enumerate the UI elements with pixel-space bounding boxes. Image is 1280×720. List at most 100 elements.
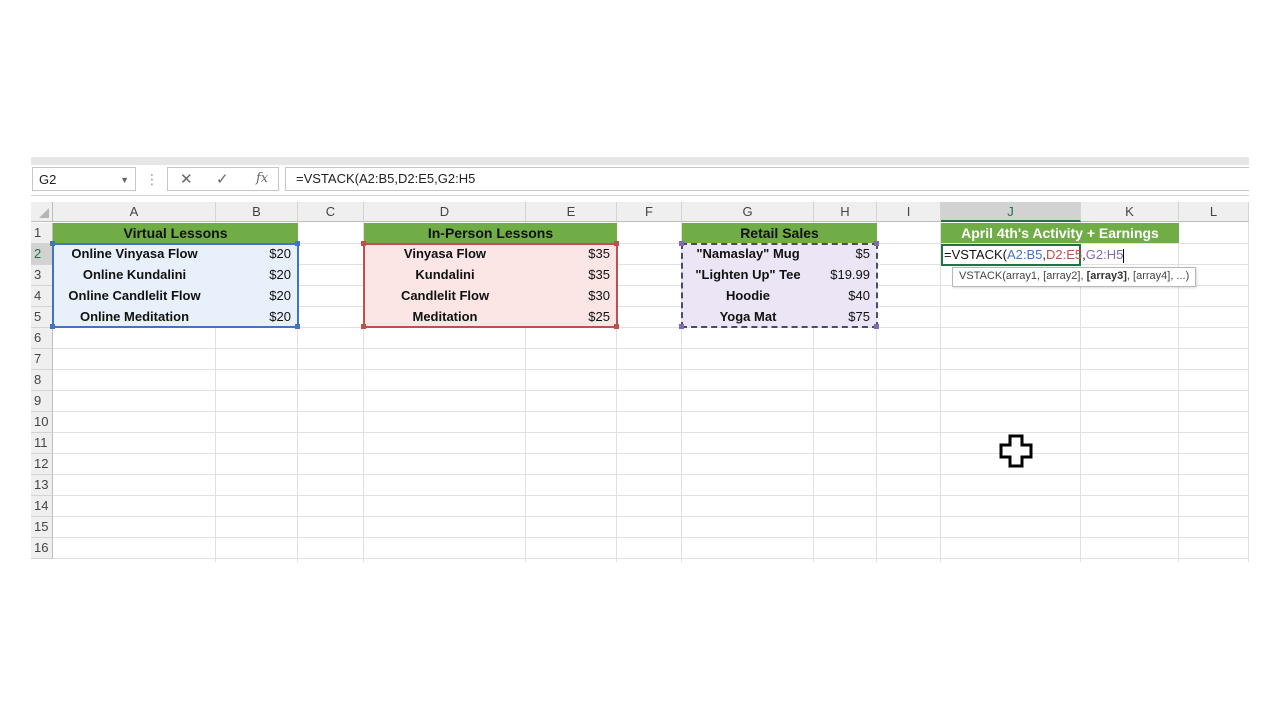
gridline-vertical bbox=[940, 222, 941, 562]
spreadsheet-window: G2 ▼ ⋮ ✕ ✓ fx =VSTACK(A2:B5,D2:E5,G2:H5 … bbox=[31, 157, 1249, 562]
virtual-item-name[interactable]: Online Kundalini bbox=[53, 265, 216, 285]
chevron-down-icon[interactable]: ▼ bbox=[120, 168, 129, 192]
column-header-h[interactable]: H bbox=[814, 202, 877, 222]
range-resize-handle[interactable] bbox=[614, 241, 619, 246]
row-header-15[interactable]: 15 bbox=[31, 517, 53, 538]
formula-ref-2: D2:E5 bbox=[1046, 247, 1083, 262]
range-resize-handle[interactable] bbox=[361, 324, 366, 329]
formula-ref-1: A2:B5 bbox=[1006, 247, 1043, 262]
virtual-item-name[interactable]: Online Meditation bbox=[53, 307, 216, 327]
column-header-l[interactable]: L bbox=[1179, 202, 1249, 222]
formula-buttons: ✕ ✓ fx bbox=[167, 167, 279, 191]
virtual-item-price[interactable]: $20 bbox=[216, 244, 298, 264]
gridline-horizontal bbox=[53, 369, 1249, 370]
retail-item-price[interactable]: $5 bbox=[814, 244, 877, 264]
inperson-item-price[interactable]: $35 bbox=[526, 265, 617, 285]
range-resize-handle[interactable] bbox=[874, 324, 879, 329]
column-header-f[interactable]: F bbox=[617, 202, 682, 222]
retail-item-name[interactable]: "Lighten Up" Tee bbox=[682, 265, 814, 285]
gridline-horizontal bbox=[53, 453, 1249, 454]
tooltip-current-arg: [array3] bbox=[1086, 270, 1127, 282]
column-header-c[interactable]: C bbox=[298, 202, 364, 222]
range-resize-handle[interactable] bbox=[50, 241, 55, 246]
column-header-d[interactable]: D bbox=[364, 202, 526, 222]
in-person-lessons-header[interactable]: In-Person Lessons bbox=[364, 223, 617, 243]
row-header-7[interactable]: 7 bbox=[31, 349, 53, 370]
virtual-item-name[interactable]: Online Vinyasa Flow bbox=[53, 244, 216, 264]
row-header-10[interactable]: 10 bbox=[31, 412, 53, 433]
cancel-icon[interactable]: ✕ bbox=[180, 170, 193, 188]
gridline-horizontal bbox=[53, 558, 1249, 559]
inperson-item-price[interactable]: $35 bbox=[526, 244, 617, 264]
insert-function-icon[interactable]: fx bbox=[256, 171, 268, 186]
row-header-14[interactable]: 14 bbox=[31, 496, 53, 517]
inperson-item-price[interactable]: $25 bbox=[526, 307, 617, 327]
retail-item-name[interactable]: "Namaslay" Mug bbox=[682, 244, 814, 264]
gridline-vertical bbox=[1248, 222, 1249, 562]
inperson-item-price[interactable]: $30 bbox=[526, 286, 617, 306]
row-header-3[interactable]: 3 bbox=[31, 265, 53, 286]
retail-item-name[interactable]: Hoodie bbox=[682, 286, 814, 306]
virtual-item-price[interactable]: $20 bbox=[216, 286, 298, 306]
row-header-13[interactable]: 13 bbox=[31, 475, 53, 496]
range-resize-handle[interactable] bbox=[874, 241, 879, 246]
name-box-value: G2 bbox=[39, 172, 57, 187]
retail-item-price[interactable]: $75 bbox=[814, 307, 877, 327]
row-header-6[interactable]: 6 bbox=[31, 328, 53, 349]
range-resize-handle[interactable] bbox=[295, 324, 300, 329]
virtual-item-name[interactable]: Online Candlelit Flow bbox=[53, 286, 216, 306]
gridline-horizontal bbox=[53, 516, 1249, 517]
range-resize-handle[interactable] bbox=[614, 324, 619, 329]
gridline-horizontal bbox=[53, 474, 1249, 475]
range-resize-handle[interactable] bbox=[679, 324, 684, 329]
gridline-horizontal bbox=[53, 390, 1249, 391]
name-box[interactable]: G2 ▼ bbox=[32, 167, 136, 191]
row-header-16[interactable]: 16 bbox=[31, 538, 53, 559]
row-header-11[interactable]: 11 bbox=[31, 433, 53, 454]
row-header-9[interactable]: 9 bbox=[31, 391, 53, 412]
retail-sales-header[interactable]: Retail Sales bbox=[682, 223, 877, 243]
select-all-button[interactable] bbox=[31, 202, 53, 222]
active-cell-editor[interactable]: =VSTACK(A2:B5,D2:E5,G2:H5 bbox=[941, 244, 1125, 266]
column-header-i[interactable]: I bbox=[877, 202, 941, 222]
formula-ref-3: G2:H5 bbox=[1085, 247, 1124, 262]
row-header-8[interactable]: 8 bbox=[31, 370, 53, 391]
drag-handle-icon[interactable]: ⋮ bbox=[145, 170, 159, 188]
inperson-item-name[interactable]: Vinyasa Flow bbox=[364, 244, 526, 264]
formula-bar: G2 ▼ ⋮ ✕ ✓ fx =VSTACK(A2:B5,D2:E5,G2:H5 bbox=[31, 165, 1249, 196]
gridline-horizontal bbox=[53, 495, 1249, 496]
virtual-item-price[interactable]: $20 bbox=[216, 265, 298, 285]
virtual-item-price[interactable]: $20 bbox=[216, 307, 298, 327]
virtual-lessons-header[interactable]: Virtual Lessons bbox=[53, 223, 298, 243]
cell-cursor-icon bbox=[999, 434, 1033, 468]
retail-item-price[interactable]: $19.99 bbox=[814, 265, 877, 285]
column-header-k[interactable]: K bbox=[1081, 202, 1179, 222]
retail-item-name[interactable]: Yoga Mat bbox=[682, 307, 814, 327]
column-header-a[interactable]: A bbox=[53, 202, 216, 222]
inperson-item-name[interactable]: Kundalini bbox=[364, 265, 526, 285]
range-resize-handle[interactable] bbox=[361, 241, 366, 246]
formula-input[interactable]: =VSTACK(A2:B5,D2:E5,G2:H5 bbox=[285, 167, 1249, 191]
range-resize-handle[interactable] bbox=[50, 324, 55, 329]
row-header-12[interactable]: 12 bbox=[31, 454, 53, 475]
text-cursor bbox=[1123, 248, 1125, 263]
column-header-e[interactable]: E bbox=[526, 202, 617, 222]
inperson-item-name[interactable]: Candlelit Flow bbox=[364, 286, 526, 306]
tooltip-text-post: , [array4], ...) bbox=[1126, 270, 1190, 282]
formula-prefix: =VSTACK( bbox=[944, 247, 1007, 262]
gridline-horizontal bbox=[53, 348, 1249, 349]
gridline-horizontal bbox=[53, 537, 1249, 538]
range-resize-handle[interactable] bbox=[679, 241, 684, 246]
tooltip-text-pre: VSTACK(array1, [array2], bbox=[959, 270, 1087, 282]
summary-header[interactable]: April 4th's Activity + Earnings bbox=[941, 223, 1179, 243]
function-signature-tooltip[interactable]: VSTACK(array1, [array2], [array3], [arra… bbox=[952, 267, 1197, 287]
inperson-item-name[interactable]: Meditation bbox=[364, 307, 526, 327]
row-header-2[interactable]: 2 bbox=[31, 244, 53, 265]
column-header-b[interactable]: B bbox=[216, 202, 298, 222]
column-header-j[interactable]: J bbox=[941, 202, 1081, 222]
enter-icon[interactable]: ✓ bbox=[216, 170, 229, 188]
retail-item-price[interactable]: $40 bbox=[814, 286, 877, 306]
row-header-4[interactable]: 4 bbox=[31, 286, 53, 307]
range-resize-handle[interactable] bbox=[295, 241, 300, 246]
column-header-g[interactable]: G bbox=[682, 202, 814, 222]
